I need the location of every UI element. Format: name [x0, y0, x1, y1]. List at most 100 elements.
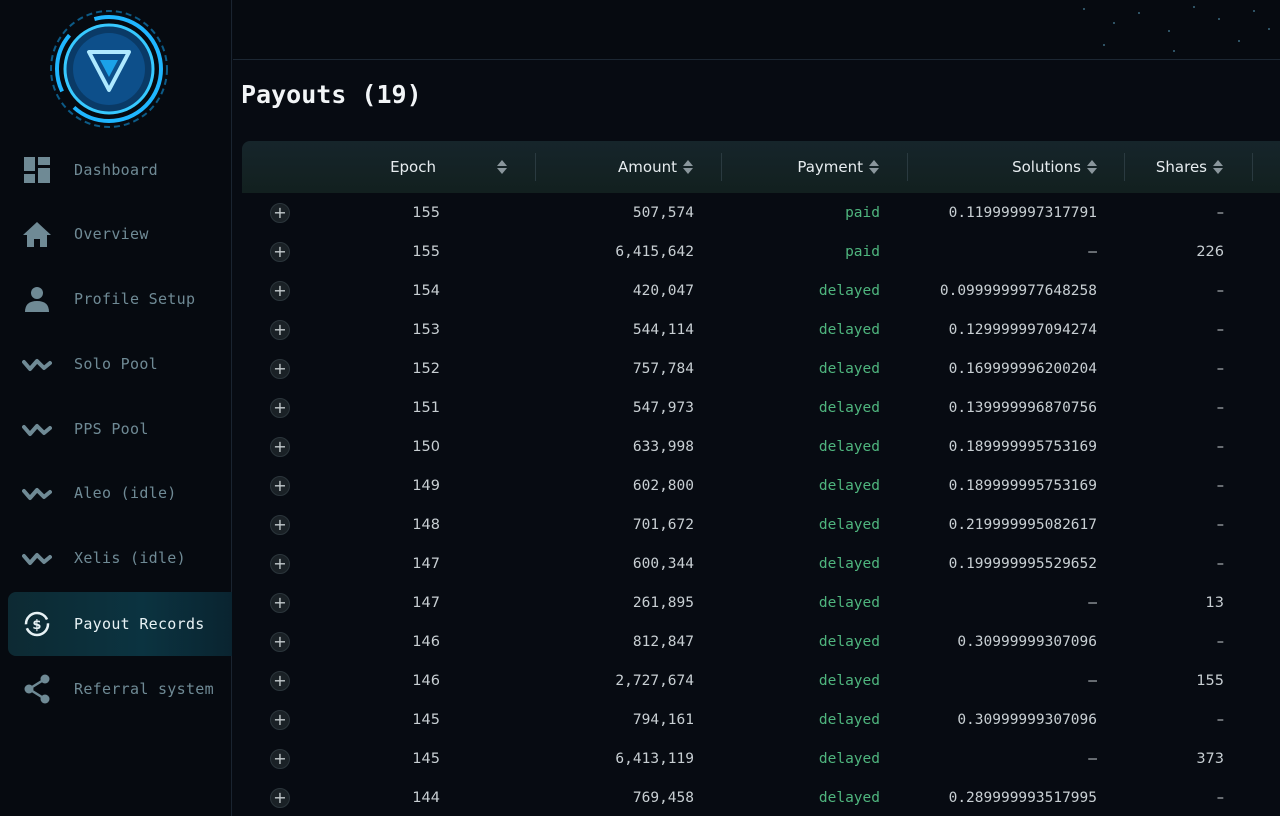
expand-row-icon[interactable]: +	[270, 749, 290, 769]
expand-row-icon[interactable]: +	[270, 593, 290, 613]
cell-epoch: 153	[412, 321, 440, 338]
expand-row-icon[interactable]: +	[270, 281, 290, 301]
column-header-epoch[interactable]: Epoch	[342, 141, 507, 193]
cell-solutions: 0.0999999977648258	[939, 282, 1097, 299]
table-row[interactable]: +148 701,672 delayed 0.219999995082617 –	[242, 505, 1280, 544]
expand-row-icon[interactable]: +	[270, 437, 290, 457]
cell-solutions: 0.189999995753169	[948, 438, 1097, 455]
expand-row-icon[interactable]: +	[270, 398, 290, 418]
cell-amount: 544,114	[632, 321, 694, 338]
cell-shares: –	[1216, 516, 1224, 533]
cell-epoch: 147	[412, 594, 440, 611]
user-icon	[22, 284, 52, 314]
sort-icon	[683, 160, 693, 174]
expand-row-icon[interactable]: +	[270, 242, 290, 262]
sidebar-item-label: Solo Pool	[74, 355, 158, 373]
cell-amount: 420,047	[632, 282, 694, 299]
table-row[interactable]: +153 544,114 delayed 0.129999997094274 –	[242, 310, 1280, 349]
expand-row-icon[interactable]: +	[270, 671, 290, 691]
table-row[interactable]: +155 507,574 paid 0.119999997317791 –	[242, 193, 1280, 232]
table-row[interactable]: +147 261,895 delayed – 13	[242, 583, 1280, 622]
cell-shares: –	[1216, 360, 1224, 377]
cell-solutions: 0.219999995082617	[948, 516, 1097, 533]
cell-solutions: –	[1088, 750, 1097, 767]
sidebar-item-label: Xelis (idle)	[74, 549, 186, 567]
sort-icon	[1087, 160, 1097, 174]
sidebar-item-referral-system[interactable]: Referral system	[8, 657, 232, 721]
column-header-solutions[interactable]: Solutions	[912, 141, 1097, 193]
cell-amount: 757,784	[632, 360, 694, 377]
column-header-amount[interactable]: Amount	[542, 141, 693, 193]
brand-logo[interactable]	[48, 8, 170, 130]
sidebar-item-profile-setup[interactable]: Profile Setup	[8, 267, 232, 331]
cell-epoch: 148	[412, 516, 440, 533]
column-header-shares[interactable]: Shares	[1132, 141, 1223, 193]
cell-payment-status: delayed	[818, 555, 880, 572]
cell-solutions: 0.139999996870756	[948, 399, 1097, 416]
table-row[interactable]: +147 600,344 delayed 0.199999995529652 –	[242, 544, 1280, 583]
home-icon	[22, 219, 52, 249]
cell-solutions: 0.30999999307096	[957, 633, 1097, 650]
table-row[interactable]: +145 6,413,119 delayed – 373	[242, 739, 1280, 778]
cell-shares: –	[1216, 477, 1224, 494]
expand-row-icon[interactable]: +	[270, 359, 290, 379]
cell-amount: 794,161	[632, 711, 694, 728]
cell-epoch: 146	[412, 633, 440, 650]
cell-amount: 6,415,642	[615, 243, 694, 260]
expand-row-icon[interactable]: +	[270, 320, 290, 340]
cell-shares: –	[1216, 438, 1224, 455]
sidebar-item-label: Payout Records	[74, 615, 205, 633]
cell-epoch: 151	[412, 399, 440, 416]
expand-row-icon[interactable]: +	[270, 788, 290, 808]
table-row[interactable]: +154 420,047 delayed 0.0999999977648258 –	[242, 271, 1280, 310]
sidebar-item-overview[interactable]: Overview	[8, 202, 232, 266]
sidebar-item-solo-pool[interactable]: Solo Pool	[8, 332, 232, 396]
table-row[interactable]: +149 602,800 delayed 0.189999995753169 –	[242, 466, 1280, 505]
cell-epoch: 144	[412, 789, 440, 806]
table-row[interactable]: +144 769,458 delayed 0.289999993517995 –	[242, 778, 1280, 816]
page-title: Payouts (19)	[241, 80, 422, 109]
table-header: Epoch Amount Payment Solutions Shares	[242, 141, 1280, 193]
cell-amount: 602,800	[632, 477, 694, 494]
column-header-payment[interactable]: Payment	[727, 141, 879, 193]
cell-amount: 701,672	[632, 516, 694, 533]
wave-icon	[22, 349, 52, 379]
sidebar-item-aleo[interactable]: Aleo (idle)	[8, 461, 232, 525]
wave-icon	[22, 478, 52, 508]
table-row[interactable]: +146 2,727,674 delayed – 155	[242, 661, 1280, 700]
table-row[interactable]: +155 6,415,642 paid – 226	[242, 232, 1280, 271]
wave-icon	[22, 543, 52, 573]
cell-epoch: 155	[412, 243, 440, 260]
expand-row-icon[interactable]: +	[270, 632, 290, 652]
cell-solutions: –	[1088, 243, 1097, 260]
table-row[interactable]: +145 794,161 delayed 0.30999999307096 –	[242, 700, 1280, 739]
expand-row-icon[interactable]: +	[270, 710, 290, 730]
expand-row-icon[interactable]: +	[270, 554, 290, 574]
cell-payment-status: delayed	[818, 672, 880, 689]
expand-row-icon[interactable]: +	[270, 515, 290, 535]
cell-payment-status: delayed	[818, 399, 880, 416]
table-row[interactable]: +146 812,847 delayed 0.30999999307096 –	[242, 622, 1280, 661]
sidebar-item-payout-records[interactable]: $ Payout Records	[8, 592, 232, 656]
expand-row-icon[interactable]: +	[270, 203, 290, 223]
cell-payment-status: paid	[845, 243, 880, 260]
sidebar-item-pps-pool[interactable]: PPS Pool	[8, 397, 232, 461]
expand-row-icon[interactable]: +	[270, 476, 290, 496]
cell-solutions: 0.169999996200204	[948, 360, 1097, 377]
sidebar-item-label: Referral system	[74, 680, 214, 698]
cell-solutions: 0.119999997317791	[948, 204, 1097, 221]
column-divider	[907, 153, 908, 181]
svg-text:$: $	[32, 618, 41, 633]
sidebar-item-xelis[interactable]: Xelis (idle)	[8, 526, 232, 590]
table-row[interactable]: +150 633,998 delayed 0.189999995753169 –	[242, 427, 1280, 466]
cell-payment-status: delayed	[818, 789, 880, 806]
cell-epoch: 150	[412, 438, 440, 455]
sort-icon	[869, 160, 879, 174]
table-row[interactable]: +152 757,784 delayed 0.169999996200204 –	[242, 349, 1280, 388]
cell-payment-status: delayed	[818, 711, 880, 728]
dollar-cycle-icon: $	[22, 609, 52, 639]
table-row[interactable]: +151 547,973 delayed 0.139999996870756 –	[242, 388, 1280, 427]
sidebar-item-label: Dashboard	[74, 161, 158, 179]
sidebar-item-dashboard[interactable]: Dashboard	[8, 138, 232, 202]
cell-amount: 633,998	[632, 438, 694, 455]
